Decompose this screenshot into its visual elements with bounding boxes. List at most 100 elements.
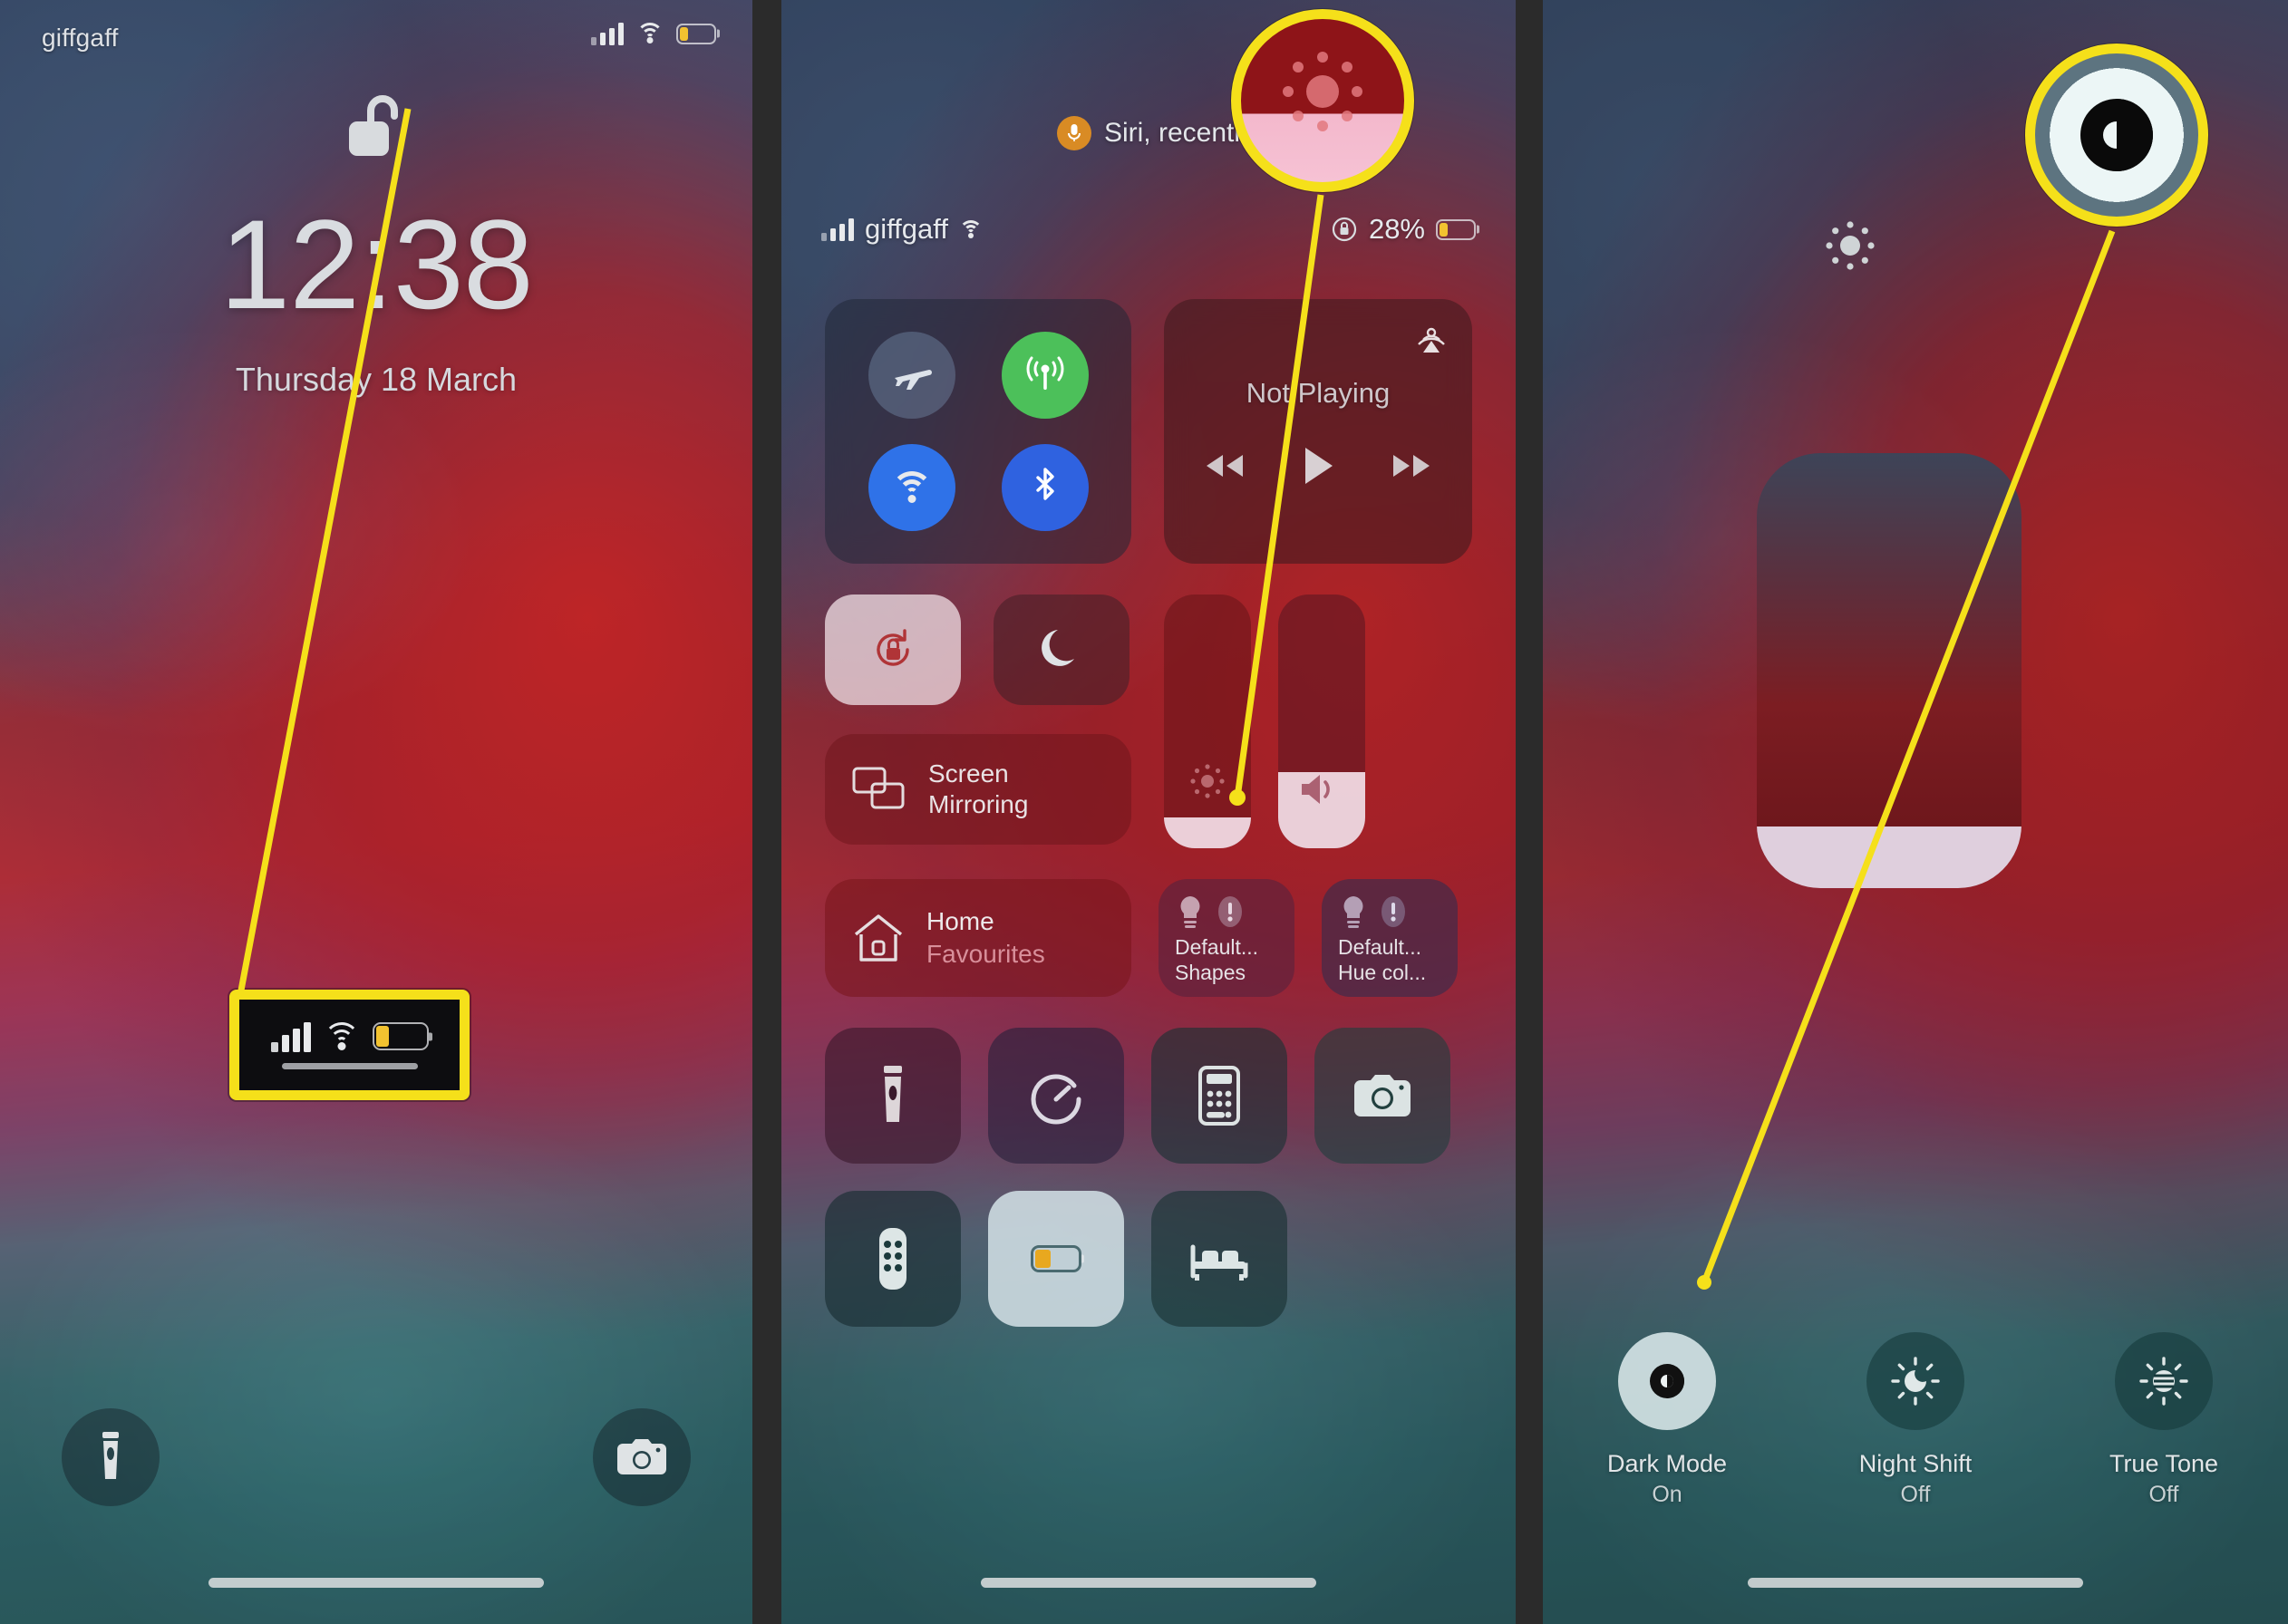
accessory-tile-line1: Default... (1175, 935, 1259, 959)
signal-bars-icon (591, 22, 624, 45)
home-tile[interactable]: Home Favourites (825, 879, 1131, 997)
brightness-expanded-panel: Dark Mode On Night Shift Off True Tone O… (1543, 0, 2288, 1624)
dark-mode-state: On (1652, 1482, 1682, 1507)
home-indicator[interactable] (208, 1578, 544, 1588)
night-shift-toggle[interactable]: Night Shift Off (1825, 1332, 2006, 1508)
camera-icon (617, 1439, 666, 1474)
wifi-icon (636, 23, 664, 44)
lock-screen-panel: giffgaff 12:38 Thursday 18 March (0, 0, 752, 1624)
true-tone-label: True Tone (2109, 1450, 2219, 1477)
screen-mirroring-line2: Mirroring (928, 790, 1029, 818)
airplane-mode-toggle[interactable] (868, 332, 955, 419)
remote-icon (879, 1228, 906, 1290)
microphone-icon (1056, 116, 1091, 150)
true-tone-icon (2115, 1332, 2213, 1430)
flashlight-shortcut[interactable] (62, 1408, 160, 1506)
control-center-grid: Not Playing Screen Mirroring Home Favour… (825, 299, 1472, 1327)
play-icon[interactable] (1303, 446, 1333, 486)
timer-icon (1031, 1074, 1081, 1125)
screenshot-root: giffgaff 12:38 Thursday 18 March Siri, r… (0, 0, 2288, 1624)
rotation-lock-icon (877, 629, 909, 666)
home-indicator (281, 1062, 418, 1069)
dark-mode-label: Dark Mode (1606, 1450, 1728, 1477)
brightness-callout (1231, 9, 1414, 192)
screen-mirroring-line1: Screen (928, 759, 1009, 788)
rewind-icon[interactable] (1203, 451, 1245, 480)
screen-mirroring-tile[interactable]: Screen Mirroring (825, 734, 1131, 845)
connectivity-tile[interactable] (825, 299, 1131, 564)
battery-icon (1031, 1245, 1081, 1272)
display-options-row: Dark Mode On Night Shift Off True Tone O… (1543, 1332, 2288, 1508)
home-indicator[interactable] (981, 1578, 1316, 1588)
wifi-icon (958, 219, 983, 239)
airplane-icon (894, 370, 932, 390)
battery-low-icon (372, 1022, 429, 1050)
battery-low-icon (676, 23, 716, 44)
fast-forward-icon[interactable] (1391, 451, 1433, 480)
home-icon (854, 914, 903, 962)
night-shift-state: Off (1900, 1482, 1931, 1507)
brightness-icon (1187, 760, 1228, 807)
night-shift-icon (1866, 1332, 1964, 1430)
signal-bars-icon (270, 1021, 311, 1052)
flashlight-button[interactable] (825, 1028, 961, 1164)
sleep-mode-button[interactable] (1151, 1191, 1287, 1327)
signal-bars-icon (821, 218, 854, 241)
volume-slider[interactable] (1278, 594, 1365, 848)
camera-icon (1354, 1075, 1411, 1116)
status-bar (591, 22, 716, 45)
home-tile-line1: Home (926, 906, 994, 935)
accessory-tile[interactable]: Default... Shapes (1159, 879, 1294, 997)
true-tone-toggle[interactable]: True Tone Off (2073, 1332, 2254, 1508)
airplay-icon[interactable] (1411, 315, 1452, 362)
rotation-lock-icon (1332, 217, 1357, 242)
siri-banner-text: Siri, recentl (1103, 118, 1241, 148)
accessory-tile-line1: Default... (1338, 935, 1422, 959)
status-bar-zoom-callout (229, 990, 470, 1100)
wifi-toggle[interactable] (868, 444, 955, 531)
brightness-slider[interactable] (1164, 594, 1251, 848)
do-not-disturb-tile[interactable] (994, 594, 1129, 705)
low-power-mode-button[interactable] (988, 1191, 1124, 1327)
screen-mirroring-icon (852, 767, 905, 809)
battery-percentage: 28% (1368, 213, 1425, 245)
accessory-tile[interactable]: Default... Hue col... (1322, 879, 1458, 997)
apple-tv-remote-button[interactable] (825, 1191, 961, 1327)
media-playback-tile[interactable]: Not Playing (1164, 299, 1472, 564)
cellular-icon (1026, 356, 1063, 390)
flashlight-icon (884, 1066, 902, 1122)
wifi-icon (890, 471, 933, 504)
camera-shortcut[interactable] (593, 1408, 691, 1506)
brightness-icon (1822, 218, 1878, 278)
media-title: Not Playing (1246, 377, 1391, 409)
home-indicator[interactable] (1748, 1578, 2083, 1588)
lock-screen-date: Thursday 18 March (235, 361, 518, 398)
brightness-slider-expanded[interactable] (1757, 453, 2021, 888)
timer-button[interactable] (988, 1028, 1124, 1164)
bluetooth-toggle[interactable] (1001, 444, 1089, 531)
accessory-tile-line2: Shapes (1175, 960, 1246, 984)
dark-mode-icon (1618, 1332, 1716, 1430)
lightbulb-icon (1343, 896, 1363, 928)
cellular-data-toggle[interactable] (1001, 332, 1089, 419)
home-tile-line2: Favourites (926, 940, 1045, 968)
alert-icon (1382, 896, 1405, 927)
camera-button[interactable] (1314, 1028, 1450, 1164)
flashlight-icon (102, 1432, 119, 1479)
control-center-panel: Siri, recentl giffgaff 28% Not Playing S… (781, 0, 1516, 1624)
rotation-lock-tile[interactable] (825, 594, 961, 705)
unlocked-lock-icon (344, 91, 409, 171)
night-shift-label: Night Shift (1858, 1450, 1973, 1477)
carrier-label: giffgaff (865, 213, 948, 245)
speaker-icon (1298, 769, 1345, 814)
battery-icon (1436, 218, 1476, 240)
bed-icon (1190, 1244, 1248, 1281)
dark-mode-toggle[interactable]: Dark Mode On (1576, 1332, 1758, 1508)
alert-icon (1218, 896, 1242, 927)
moon-icon (1042, 630, 1074, 666)
true-tone-state: Off (2148, 1482, 2179, 1507)
carrier-label: giffgaff (42, 24, 119, 52)
bluetooth-icon (1035, 468, 1054, 500)
calculator-button[interactable] (1151, 1028, 1287, 1164)
lock-screen-time: 12:38 (219, 193, 533, 335)
